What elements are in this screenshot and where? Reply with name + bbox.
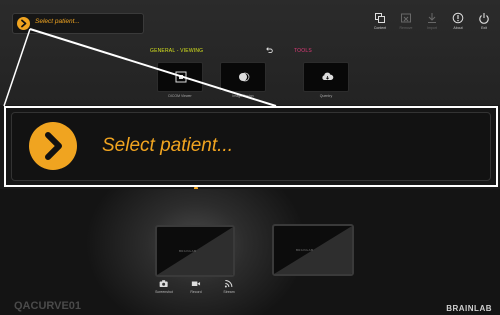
monitor-2-brand: BRAINLAB bbox=[296, 248, 314, 252]
remove-label: Remove bbox=[399, 26, 413, 30]
zoom-callout: Select patient... bbox=[4, 106, 498, 187]
zoomed-select-patient-label: Select patient... bbox=[102, 135, 233, 156]
dicom-viewer-icon bbox=[175, 71, 187, 83]
stream-button[interactable]: Stream bbox=[223, 279, 235, 294]
about-label: About bbox=[453, 26, 463, 30]
dicom-viewer-label: DICOM Viewer bbox=[168, 94, 192, 98]
record-label: Record bbox=[190, 290, 202, 294]
content-icon bbox=[375, 13, 385, 23]
monitor-1-brand: BRAINLAB bbox=[179, 249, 197, 253]
content-label: Content bbox=[373, 26, 387, 30]
cloud-icon bbox=[322, 72, 334, 80]
about-button[interactable]: About bbox=[448, 12, 468, 38]
toolbar: Content Remove Import About Exit bbox=[370, 12, 494, 38]
import-icon bbox=[428, 13, 436, 23]
exit-label: Exit bbox=[481, 26, 487, 30]
content-button[interactable]: Content bbox=[370, 12, 390, 38]
remove-button[interactable]: Remove bbox=[396, 12, 416, 38]
section-tools: TOOLS bbox=[294, 48, 312, 54]
top-panel: Select patient... Content Remove Import … bbox=[0, 0, 500, 105]
undo-icon[interactable] bbox=[265, 46, 273, 54]
dicom-viewer-tile[interactable] bbox=[157, 62, 203, 92]
screenshot-label: Screenshot bbox=[155, 290, 173, 294]
section-general-viewing: GENERAL - VIEWING bbox=[150, 48, 204, 54]
chevron-right-icon bbox=[29, 122, 77, 170]
import-button[interactable]: Import bbox=[422, 12, 442, 38]
quentry-label: Quentry bbox=[319, 94, 333, 98]
station-name: QACURVE01 bbox=[14, 300, 82, 312]
monitor-1[interactable]: BRAINLAB bbox=[155, 225, 235, 277]
exit-button[interactable]: Exit bbox=[474, 12, 494, 38]
import-label: Import bbox=[427, 26, 437, 30]
image-fusion-icon bbox=[239, 72, 250, 82]
monitor-2[interactable]: BRAINLAB bbox=[272, 224, 354, 276]
image-fusion-tile[interactable] bbox=[220, 62, 266, 92]
remove-icon bbox=[401, 13, 411, 23]
video-icon bbox=[191, 281, 201, 286]
quentry-tile[interactable] bbox=[303, 62, 349, 92]
stream-label: Stream bbox=[223, 290, 235, 294]
camera-icon bbox=[160, 280, 168, 287]
zoomed-select-patient-button[interactable]: Select patient... bbox=[11, 112, 491, 181]
chevron-right-icon bbox=[17, 17, 30, 30]
info-icon bbox=[452, 12, 464, 24]
brand-logo: BRAINLAB bbox=[446, 304, 492, 313]
select-patient-label: Select patient... bbox=[35, 18, 80, 25]
image-fusion-label: Image Fusion bbox=[232, 94, 254, 98]
record-button[interactable]: Record bbox=[190, 279, 202, 294]
select-patient-button[interactable]: Select patient... bbox=[12, 13, 144, 34]
bottom-panel: BRAINLAB BRAINLAB Screenshot Record Stre… bbox=[0, 189, 500, 315]
stream-icon bbox=[225, 280, 233, 288]
screenshot-button[interactable]: Screenshot bbox=[155, 279, 173, 294]
power-icon bbox=[479, 13, 489, 24]
